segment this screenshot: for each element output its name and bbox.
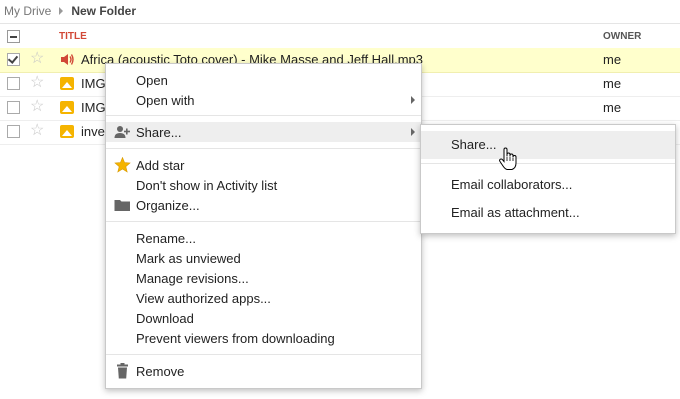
trash-icon	[114, 363, 131, 379]
row-checkbox[interactable]	[7, 77, 20, 90]
menu-item-dont-show-activity[interactable]: Don't show in Activity list	[106, 175, 421, 195]
hand-cursor-icon	[498, 147, 518, 171]
row-checkbox[interactable]	[7, 101, 20, 114]
file-owner: me	[603, 52, 622, 67]
context-menu: Open Open with Share... Add star Don't s…	[105, 63, 422, 389]
submenu-item-email-attachment[interactable]: Email as attachment...	[421, 199, 675, 227]
menu-item-share[interactable]: Share...	[106, 122, 421, 142]
breadcrumb-current-folder: New Folder	[71, 4, 137, 18]
add-person-icon	[114, 124, 131, 140]
file-name[interactable]: IMG	[81, 76, 106, 91]
submenu-item-label: Share...	[451, 137, 497, 152]
star-icon[interactable]: ☆	[30, 75, 44, 91]
menu-divider	[106, 221, 421, 222]
row-checkbox[interactable]	[7, 125, 20, 138]
menu-divider	[106, 115, 421, 116]
file-owner: me	[603, 100, 622, 115]
menu-item-label: Remove	[136, 364, 185, 379]
submenu-item-label: Email as attachment...	[451, 205, 580, 220]
breadcrumb: My Drive New Folder	[4, 3, 136, 19]
menu-divider	[106, 354, 421, 355]
menu-item-label: View authorized apps...	[136, 291, 271, 306]
menu-item-label: Mark as unviewed	[136, 251, 241, 266]
menu-item-label: Share...	[136, 125, 182, 140]
menu-item-view-authorized-apps[interactable]: View authorized apps...	[106, 288, 421, 308]
title-column-header[interactable]: TITLE	[59, 31, 87, 42]
star-icon[interactable]: ☆	[30, 51, 44, 67]
menu-item-open-with[interactable]: Open with	[106, 90, 421, 110]
star-icon[interactable]: ☆	[30, 99, 44, 115]
menu-item-label: Don't show in Activity list	[136, 178, 278, 193]
menu-item-label: Prevent viewers from downloading	[136, 331, 335, 346]
file-name[interactable]: IMG	[81, 100, 106, 115]
menu-item-manage-revisions[interactable]: Manage revisions...	[106, 268, 421, 288]
menu-item-download[interactable]: Download	[106, 308, 421, 328]
star-icon[interactable]: ☆	[30, 123, 44, 139]
list-header: TITLE OWNER	[0, 23, 680, 49]
menu-item-label: Download	[136, 311, 194, 326]
menu-item-label: Rename...	[136, 231, 196, 246]
breadcrumb-separator-icon	[59, 7, 64, 15]
menu-item-label: Organize...	[136, 198, 200, 213]
menu-item-remove[interactable]: Remove	[106, 361, 421, 381]
menu-item-add-star[interactable]: Add star	[106, 155, 421, 175]
submenu-arrow-icon	[411, 128, 415, 136]
submenu-divider	[421, 163, 675, 164]
submenu-item-email-collaborators[interactable]: Email collaborators...	[421, 171, 675, 199]
image-file-icon	[60, 77, 74, 90]
menu-divider	[106, 148, 421, 149]
audio-file-icon	[60, 53, 74, 66]
breadcrumb-my-drive[interactable]: My Drive	[4, 4, 51, 18]
menu-item-label: Manage revisions...	[136, 271, 249, 286]
row-checkbox[interactable]	[7, 53, 20, 66]
menu-item-prevent-download[interactable]: Prevent viewers from downloading	[106, 328, 421, 348]
image-file-icon	[60, 101, 74, 114]
menu-item-open[interactable]: Open	[106, 70, 421, 90]
select-all-checkbox[interactable]	[7, 30, 20, 43]
menu-item-label: Open with	[136, 93, 195, 108]
owner-column-header[interactable]: OWNER	[603, 31, 641, 42]
menu-item-organize[interactable]: Organize...	[106, 195, 421, 215]
image-file-icon	[60, 125, 74, 138]
submenu-item-label: Email collaborators...	[451, 177, 573, 192]
menu-item-rename[interactable]: Rename...	[106, 228, 421, 248]
menu-item-mark-unviewed[interactable]: Mark as unviewed	[106, 248, 421, 268]
share-submenu: Share... Email collaborators... Email as…	[420, 124, 676, 234]
file-owner: me	[603, 76, 622, 91]
menu-item-label: Open	[136, 73, 168, 88]
star-icon	[114, 156, 131, 173]
submenu-arrow-icon	[411, 96, 415, 104]
submenu-item-share[interactable]: Share...	[421, 131, 675, 159]
menu-item-label: Add star	[136, 158, 185, 173]
folder-icon	[114, 197, 131, 213]
